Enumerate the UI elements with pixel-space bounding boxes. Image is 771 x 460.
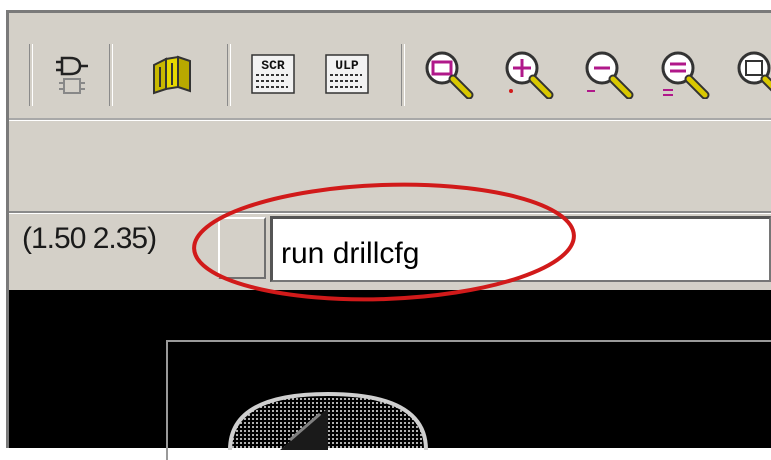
book-library-icon — [148, 53, 194, 95]
toolbar-separator — [109, 44, 113, 106]
svg-text:SCR: SCR — [261, 58, 285, 73]
zoom-redraw-icon — [659, 49, 711, 99]
toolbar-divider — [9, 118, 771, 121]
zoom-select-icon — [735, 49, 771, 99]
script-button[interactable]: SCR — [245, 44, 301, 104]
toolbar-separator — [227, 44, 231, 106]
zoom-fit-button[interactable] — [421, 44, 477, 104]
command-bar-divider — [9, 211, 771, 214]
command-history-button[interactable] — [218, 217, 266, 279]
zoom-redraw-button[interactable] — [657, 44, 713, 104]
zoom-out-button[interactable] — [581, 44, 637, 104]
library-button[interactable] — [143, 44, 199, 104]
logic-gate-symbol-icon — [56, 52, 90, 96]
symbol-editor-button[interactable] — [45, 44, 101, 104]
toolbar-separator — [401, 44, 405, 106]
zoom-out-icon — [583, 49, 635, 99]
zoom-in-button[interactable] — [501, 44, 557, 104]
toolbar-separator — [29, 44, 33, 106]
ulp-button[interactable]: ULP — [319, 44, 375, 104]
svg-text:ULP: ULP — [335, 58, 359, 73]
zoom-select-button[interactable] — [735, 44, 771, 104]
frame-top-edge — [6, 10, 771, 13]
script-scr-icon: SCR — [250, 53, 296, 95]
ulp-icon: ULP — [324, 53, 370, 95]
command-input[interactable] — [270, 216, 771, 282]
zoom-in-icon — [503, 49, 555, 99]
zoom-fit-icon — [423, 49, 475, 99]
drill-pad — [220, 390, 440, 455]
coordinate-readout: (1.50 2.35) — [22, 222, 157, 255]
toolbar: SCR ULP — [9, 30, 771, 118]
